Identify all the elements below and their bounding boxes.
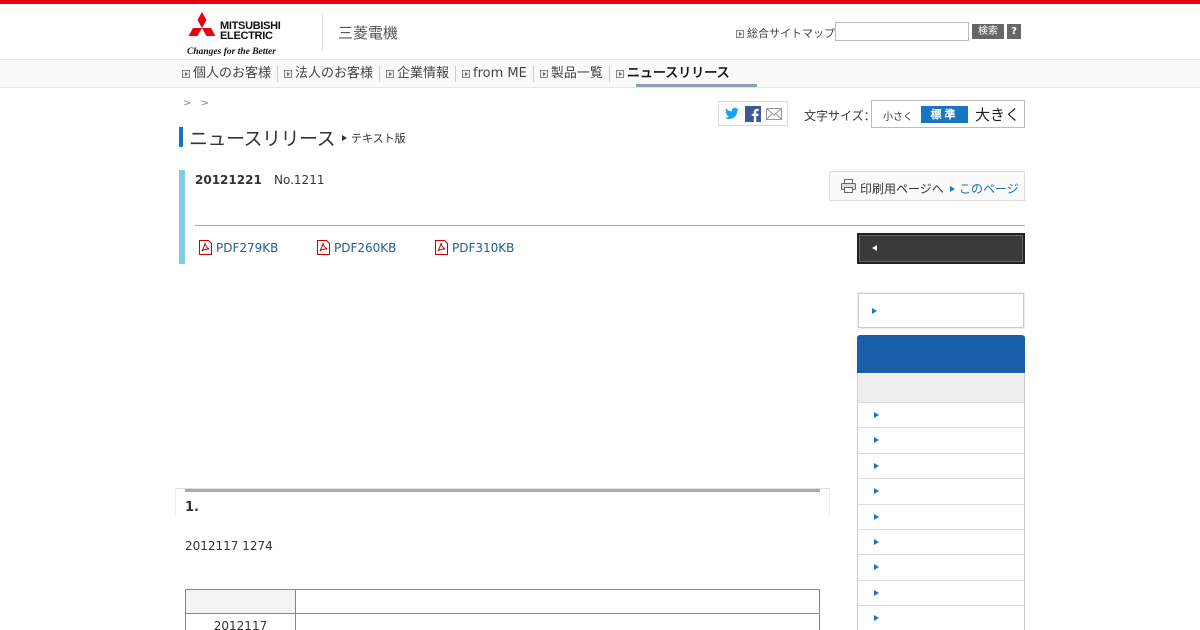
arrow-box-icon [615, 70, 624, 78]
print-bar: 印刷用ページへ このページ [829, 171, 1025, 201]
release-divider [195, 225, 1025, 226]
nav-active-indicator [636, 84, 757, 87]
text-version-link[interactable]: テキスト版 [342, 130, 406, 146]
pdf-link-1[interactable]: PDF279KB [198, 240, 278, 255]
logo-wordmark: MITSUBISHI ELECTRIC [220, 20, 281, 42]
three-diamonds-icon [188, 12, 216, 36]
arrow-box-icon [284, 70, 293, 78]
logo-tagline: Changes for the Better [187, 47, 276, 57]
pdf-icon [198, 240, 213, 255]
triangle-right-icon [874, 589, 879, 596]
this-page-link[interactable]: このページ [950, 180, 1019, 197]
mitsubishi-electric-logo[interactable]: MITSUBISHI ELECTRIC Changes for the Bett… [187, 12, 307, 62]
sidebar-item[interactable] [858, 427, 1024, 452]
section-frame [175, 488, 830, 516]
table-cell [295, 589, 820, 614]
triangle-right-icon [874, 513, 879, 520]
nav-item-products[interactable]: 製品一覧 [532, 66, 609, 82]
arrow-box-icon [462, 70, 471, 78]
share-buttons [718, 101, 788, 126]
table-row [185, 589, 820, 614]
nav-item-business[interactable]: 法人のお客様 [277, 66, 379, 82]
sidebar-item[interactable] [858, 528, 1024, 554]
data-table: 2012117 [185, 589, 820, 630]
search-button[interactable]: 検索 [972, 24, 1004, 39]
sidebar-item[interactable] [858, 452, 1024, 478]
release-number: No.1211 [274, 173, 325, 187]
search-input[interactable] [835, 22, 969, 41]
triangle-right-icon [950, 186, 955, 192]
triangle-right-icon [874, 564, 879, 571]
triangle-left-icon [872, 245, 877, 251]
triangle-right-icon [342, 135, 347, 141]
facebook-icon[interactable] [744, 105, 762, 123]
nav-item-from-me[interactable]: from ME [455, 66, 533, 82]
sidebar-item[interactable] [858, 579, 1024, 605]
sitemap-link[interactable]: 総合サイトマップ [736, 25, 835, 41]
title-accent-bar [179, 127, 183, 147]
font-size-switcher: 小さく 標準 大きく [871, 100, 1025, 128]
arrow-box-icon [386, 70, 395, 78]
release-date: 20121221 [195, 173, 262, 187]
global-nav: 個人のお客様 法人のお客様 企業情報 from ME 製品一覧 ニュースリリース [0, 59, 1200, 88]
nav-item-corporate[interactable]: 企業情報 [379, 66, 455, 82]
triangle-right-icon [874, 412, 879, 418]
sidebar-item[interactable] [858, 605, 1024, 630]
top-accent-bar [0, 0, 1200, 4]
sidebar-link-button[interactable] [858, 293, 1024, 328]
table-cell [185, 589, 296, 614]
page-title: ニュースリリース [189, 128, 336, 150]
breadcrumb[interactable]: > > [183, 98, 212, 109]
sidebar-header [857, 335, 1025, 373]
triangle-right-icon [872, 308, 877, 314]
header-divider [322, 13, 323, 51]
triangle-right-icon [874, 488, 879, 495]
back-button[interactable] [857, 233, 1025, 264]
sidebar-item[interactable] [858, 554, 1024, 579]
font-size-large-button[interactable]: 大きく [975, 104, 1020, 125]
nav-item-personal[interactable]: 個人のお客様 [180, 60, 277, 88]
triangle-right-icon [874, 615, 879, 622]
sidebar-item[interactable] [858, 503, 1024, 529]
pdf-icon [316, 240, 331, 255]
sidebar-list [857, 402, 1025, 630]
mail-icon[interactable] [765, 105, 783, 123]
triangle-right-icon [874, 437, 879, 444]
triangle-right-icon [874, 462, 879, 469]
sidebar-subheader [857, 373, 1025, 402]
arrow-box-icon [736, 30, 744, 38]
print-page-link[interactable]: 印刷用ページへ [860, 180, 944, 197]
table-row: 2012117 [185, 613, 820, 630]
table-cell: 2012117 [185, 613, 296, 630]
pdf-link-3[interactable]: PDF310KB [434, 240, 514, 255]
arrow-box-icon [182, 70, 190, 78]
nav-item-news-release[interactable]: ニュースリリース [608, 66, 736, 82]
site-name: 三菱電機 [338, 24, 399, 42]
twitter-icon[interactable] [723, 105, 741, 123]
section-text: 2012117 1274 [185, 539, 273, 553]
release-accent-bar [179, 170, 185, 264]
section-rule [185, 489, 820, 492]
font-size-label: 文字サイズ： [804, 109, 876, 123]
help-button[interactable]: ? [1007, 24, 1021, 39]
sidebar-item[interactable] [858, 478, 1024, 503]
sidebar-item[interactable] [858, 402, 1024, 427]
triangle-right-icon [874, 538, 879, 545]
font-size-standard-button[interactable]: 標準 [921, 106, 968, 123]
table-cell [295, 613, 820, 630]
printer-icon[interactable] [841, 179, 856, 193]
font-size-small-button[interactable]: 小さく [883, 108, 913, 123]
pdf-link-2[interactable]: PDF260KB [316, 240, 396, 255]
pdf-icon [434, 240, 449, 255]
section-heading: 1. [185, 500, 199, 515]
arrow-box-icon [539, 70, 548, 78]
